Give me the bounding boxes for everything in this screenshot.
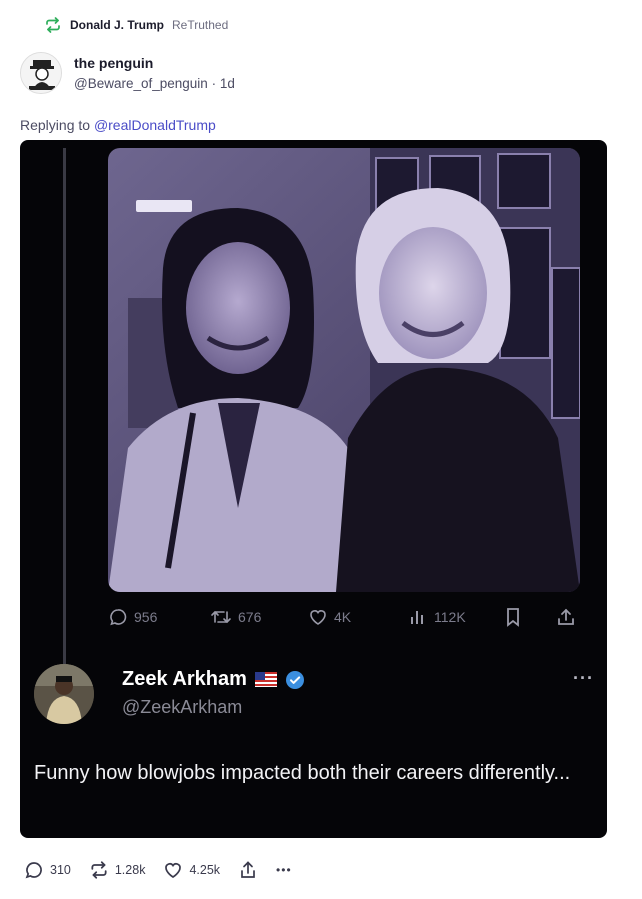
post-author: the penguin @Beware_of_penguin · 1d <box>20 52 235 94</box>
verified-badge-icon <box>285 670 304 689</box>
more-options-button[interactable]: ••• <box>276 863 292 877</box>
retruth-button[interactable]: 1.28k <box>89 860 146 880</box>
reply-mention-link[interactable]: @realDonaldTrump <box>94 117 216 133</box>
repost-icon <box>211 611 231 623</box>
embedded-author-name-row: Zeek Arkham <box>122 668 305 691</box>
replying-to: Replying to @realDonaldTrump <box>20 117 216 133</box>
share-icon <box>241 861 255 878</box>
retruth-icon <box>44 16 62 34</box>
embedded-reply-count: 956 <box>134 609 158 625</box>
retruth-label: ReTruthed <box>172 18 229 32</box>
embedded-author-avatar <box>34 664 94 724</box>
like-button[interactable]: 4.25k <box>163 860 220 880</box>
author-avatar[interactable] <box>20 52 62 94</box>
author-display-name[interactable]: the penguin <box>74 55 235 71</box>
more-icon: ••• <box>276 863 292 877</box>
bookmark-icon <box>507 608 519 627</box>
embedded-views-stat: 112K <box>408 607 466 627</box>
retruth-author-name[interactable]: Donald J. Trump <box>70 18 164 32</box>
reply-count: 310 <box>50 863 71 877</box>
like-count: 4.25k <box>189 863 221 877</box>
retruth-header: Donald J. Trump ReTruthed <box>44 16 228 34</box>
share-icon <box>558 608 574 625</box>
embedded-author: Zeek Arkham @ZeekArkham ··· <box>34 664 594 724</box>
reply-icon <box>25 862 42 879</box>
reply-icon <box>110 609 127 626</box>
thread-line <box>63 148 66 666</box>
post-age: 1d <box>219 76 235 91</box>
retruth-icon <box>91 861 107 879</box>
embedded-more-icon: ··· <box>573 668 594 688</box>
post-media-image[interactable]: 956 676 4K 112K Zeek Arkham @ZeekArkham … <box>20 140 607 838</box>
heart-icon <box>165 863 182 878</box>
embedded-repost-count: 676 <box>238 609 262 625</box>
embedded-repost-stat: 676 <box>210 607 261 627</box>
retruth-count: 1.28k <box>114 863 146 877</box>
embedded-author-handle: @ZeekArkham <box>122 697 243 717</box>
embedded-photo <box>108 148 580 592</box>
embedded-share <box>556 607 576 627</box>
embedded-author-name: Zeek Arkham <box>122 668 247 690</box>
embedded-like-count: 4K <box>334 609 352 625</box>
separator: · <box>211 76 217 91</box>
like-icon <box>310 610 326 625</box>
share-button[interactable] <box>238 860 258 880</box>
embedded-stats-row: 956 676 4K 112K <box>20 607 607 631</box>
replying-to-label: Replying to <box>20 117 91 133</box>
embedded-bookmark <box>504 607 522 627</box>
embedded-like-stat: 4K <box>308 607 351 627</box>
us-flag-icon <box>254 672 277 687</box>
post-action-bar: 310 1.28k 4.25k ••• <box>24 860 310 880</box>
views-icon <box>411 611 423 624</box>
embedded-post-text: Funny how blowjobs impacted both their c… <box>34 762 571 784</box>
author-handle-line: @Beware_of_penguin · 1d <box>74 76 235 91</box>
embedded-views-count: 112K <box>434 609 466 625</box>
author-handle[interactable]: @Beware_of_penguin <box>74 76 208 91</box>
reply-button[interactable]: 310 <box>24 860 71 880</box>
embedded-reply-stat: 956 <box>108 607 157 627</box>
